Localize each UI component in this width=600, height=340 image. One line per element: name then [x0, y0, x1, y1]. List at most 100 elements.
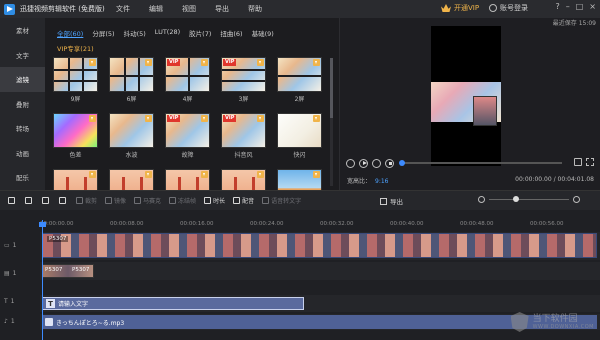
download-icon[interactable] — [257, 171, 264, 178]
download-icon[interactable] — [201, 59, 208, 66]
filter-item[interactable]: VIP 故障 — [165, 113, 210, 159]
playhead[interactable] — [42, 220, 43, 340]
filter-thumbnail[interactable] — [109, 57, 154, 92]
tool-mic-button[interactable]: 配音 — [233, 196, 254, 205]
sidebar-item-animation[interactable]: 动画 — [0, 141, 45, 166]
help-icon[interactable]: ? — [555, 2, 559, 11]
filter-item[interactable]: 水波 — [109, 113, 154, 159]
video-player[interactable] — [431, 26, 501, 166]
filter-thumbnail[interactable]: VIP — [221, 57, 266, 92]
login-button[interactable]: 账号登录 — [489, 3, 528, 13]
sidebar-item-filter[interactable]: 滤镜 — [0, 67, 45, 92]
tool-label: 配音 — [242, 198, 255, 205]
tool-crop-button[interactable]: 裁剪 — [76, 196, 97, 205]
tool-edit-button[interactable] — [42, 197, 51, 204]
sidebar-item-overlay[interactable]: 叠附 — [0, 92, 45, 117]
tool-freeze-button[interactable]: 冻结帧 — [169, 196, 196, 205]
export-button[interactable]: 导出 — [380, 196, 403, 206]
filter-item[interactable]: 6屏 — [109, 57, 154, 103]
tab-shake[interactable]: 抖动(5) — [124, 28, 146, 40]
filter-item[interactable]: 9屏 — [53, 57, 98, 103]
next-frame-icon[interactable] — [372, 158, 381, 168]
preview-pip-frame — [473, 96, 497, 126]
zoom-knob[interactable] — [513, 196, 519, 202]
filter-thumbnail[interactable]: VIP — [221, 113, 266, 148]
download-icon[interactable] — [89, 59, 96, 66]
download-icon[interactable] — [145, 115, 152, 122]
filter-thumbnail[interactable] — [277, 57, 322, 92]
play-icon[interactable] — [359, 158, 368, 168]
menu-help[interactable]: 帮助 — [248, 4, 262, 14]
download-icon[interactable] — [89, 115, 96, 122]
filter-thumbnail[interactable] — [53, 57, 98, 92]
playback-handle[interactable] — [399, 160, 405, 166]
tool-delete-button[interactable] — [59, 197, 68, 204]
scroll-thumb[interactable] — [330, 58, 333, 118]
vip-section-title: VIP专享(21) — [57, 45, 94, 53]
zoom-slider[interactable] — [489, 196, 569, 202]
stop-icon[interactable] — [385, 158, 394, 168]
minimize-icon[interactable]: – — [566, 2, 570, 11]
prev-frame-icon[interactable] — [346, 158, 355, 168]
menu-view[interactable]: 视图 — [182, 4, 196, 14]
tab-distort[interactable]: 扭曲(6) — [220, 28, 242, 40]
vip-badge: VIP — [167, 59, 181, 66]
volume-icon[interactable] — [574, 158, 582, 166]
tab-lut[interactable]: LUT(28) — [155, 28, 180, 40]
watermark-name: 当下软件园 — [532, 314, 578, 324]
filter-item[interactable]: VIP 抖音风 — [221, 113, 266, 159]
download-icon[interactable] — [257, 115, 264, 122]
tool-label: 时长 — [213, 198, 226, 205]
video-clip[interactable]: P5307 — [42, 233, 597, 258]
pip-clip[interactable]: P5307 P5307 — [42, 264, 94, 278]
filter-item[interactable]: 快闪 — [277, 113, 322, 159]
tool-mosaic-button[interactable]: 马赛克 — [134, 196, 161, 205]
filter-thumbnail[interactable] — [277, 113, 322, 148]
filter-thumbnail[interactable]: VIP — [165, 113, 210, 148]
download-icon[interactable] — [201, 171, 208, 178]
filter-scrollbar[interactable] — [330, 58, 333, 186]
tool-clock-button[interactable]: 时长 — [204, 196, 225, 205]
sidebar-item-transition[interactable]: 转场 — [0, 116, 45, 141]
menu-export[interactable]: 导出 — [215, 4, 229, 14]
tool-redo-button[interactable] — [25, 197, 34, 204]
tool-undo-button[interactable] — [8, 197, 17, 204]
vip-button[interactable]: 开通VIP — [441, 3, 479, 13]
menu-file[interactable]: 文件 — [116, 4, 130, 14]
filter-item[interactable]: VIP 3屏 — [221, 57, 266, 103]
download-icon[interactable] — [145, 171, 152, 178]
tab-basic[interactable]: 基础(9) — [252, 28, 274, 40]
filter-thumbnail[interactable]: VIP — [165, 57, 210, 92]
timeline-ruler[interactable]: 00:00:00.00 00:00:08.00 00:00:16.00 00:00:2… — [40, 214, 600, 228]
maximize-icon[interactable]: □ — [576, 2, 584, 11]
sidebar-item-music[interactable]: 配乐 — [0, 165, 45, 190]
sidebar-item-text[interactable]: 文字 — [0, 43, 45, 68]
close-icon[interactable]: × — [589, 2, 596, 11]
filter-thumbnail[interactable] — [109, 113, 154, 148]
text-clip[interactable]: T 请输入文字 — [42, 297, 304, 310]
aspect-ratio[interactable]: 宽高比： 9:16 — [347, 176, 389, 185]
filter-item[interactable]: VIP 4屏 — [165, 57, 210, 103]
tool-speech-button[interactable]: 语音转文字 — [262, 196, 301, 205]
download-icon[interactable] — [201, 115, 208, 122]
download-icon[interactable] — [89, 171, 96, 178]
tab-split[interactable]: 分屏(5) — [92, 28, 114, 40]
filter-thumbnail[interactable] — [53, 113, 98, 148]
download-icon[interactable] — [313, 171, 320, 178]
zoom-in-icon[interactable] — [573, 196, 580, 203]
download-icon[interactable] — [145, 59, 152, 66]
fullscreen-icon[interactable] — [586, 158, 594, 166]
download-icon[interactable] — [257, 59, 264, 66]
zoom-out-icon[interactable] — [478, 196, 485, 203]
filter-item[interactable]: 色差 — [53, 113, 98, 159]
filter-item[interactable]: 2屏 — [277, 57, 322, 103]
aspect-value[interactable]: 9:16 — [375, 178, 388, 185]
download-icon[interactable] — [313, 115, 320, 122]
tab-all[interactable]: 全部(60) — [57, 28, 83, 40]
menu-edit[interactable]: 编辑 — [149, 4, 163, 14]
tab-film[interactable]: 胶片(7) — [189, 28, 211, 40]
tool-mirror-button[interactable]: 镜像 — [105, 196, 126, 205]
download-icon[interactable] — [313, 59, 320, 66]
playback-progress[interactable] — [399, 160, 562, 166]
sidebar-item-material[interactable]: 素材 — [0, 18, 45, 43]
